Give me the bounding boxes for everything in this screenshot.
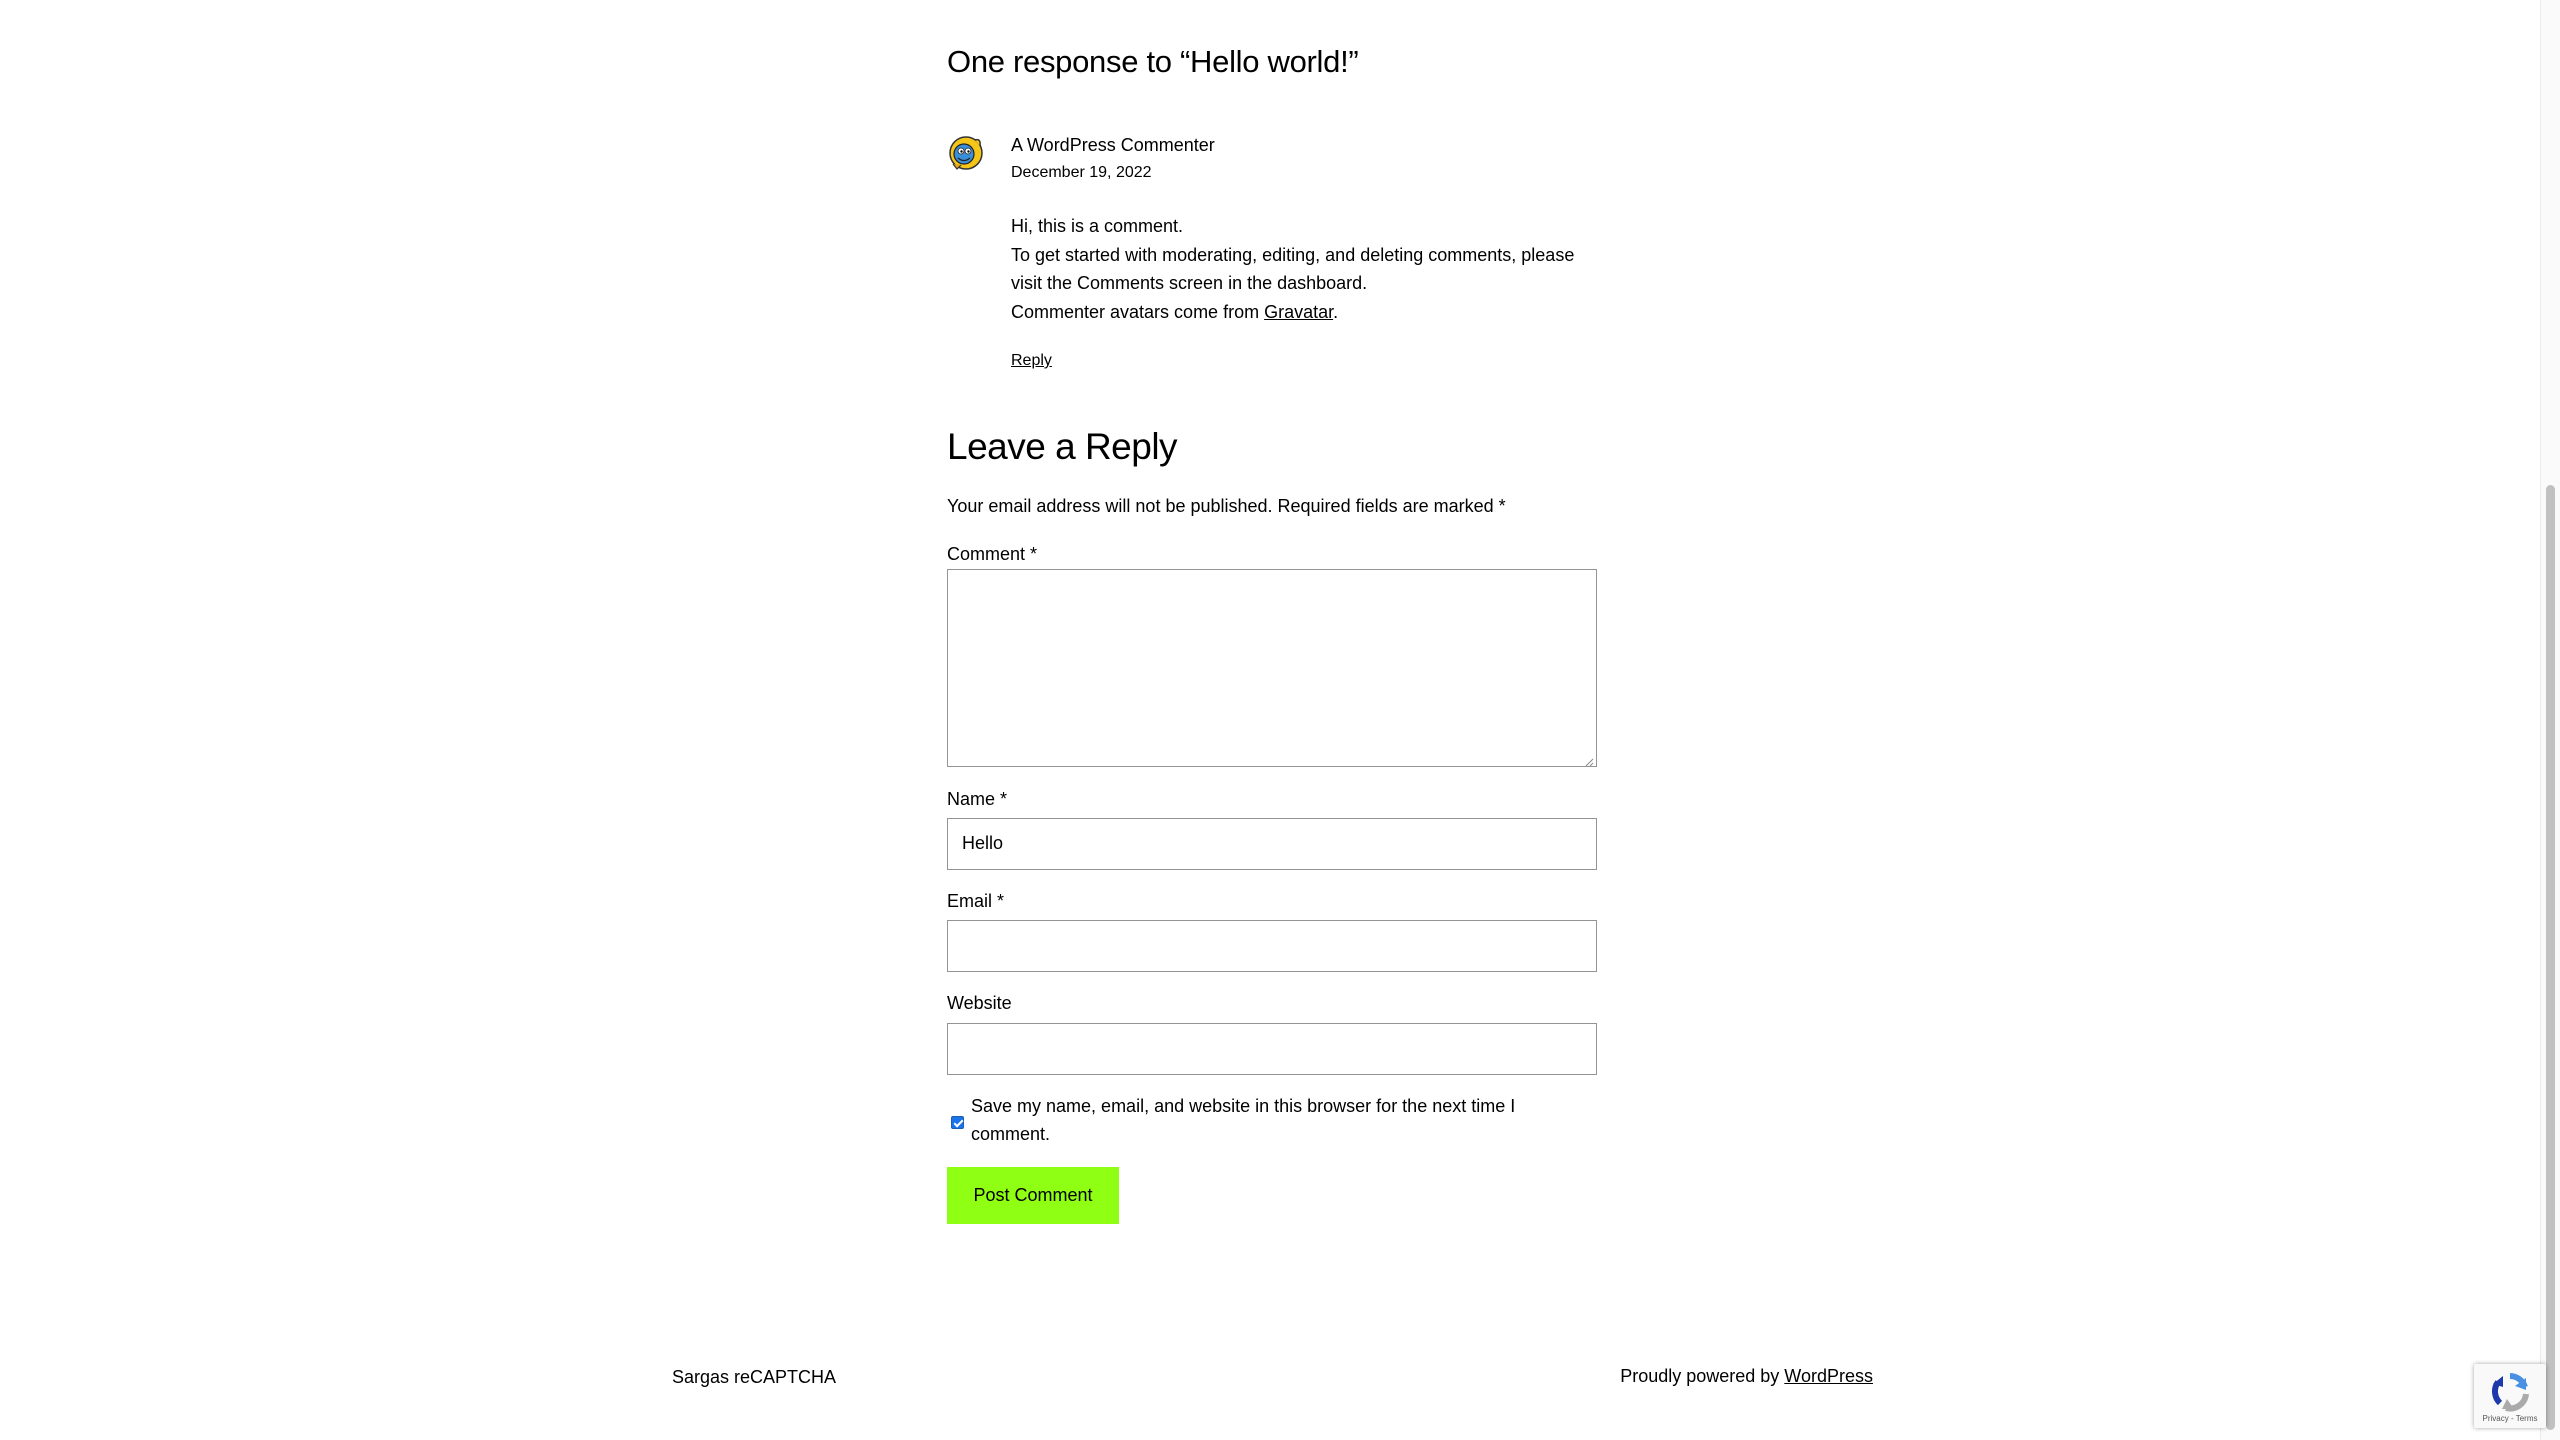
save-cookies-label[interactable]: Save my name, email, and website in this…	[971, 1092, 1551, 1148]
name-input[interactable]: Hello	[947, 818, 1597, 870]
comment-body: Hi, this is a comment. To get started wi…	[1011, 212, 1601, 326]
wordpress-link[interactable]: WordPress	[1784, 1366, 1873, 1386]
gravatar-link[interactable]: Gravatar	[1264, 302, 1333, 322]
comment-text-prefix: Commenter avatars come from	[1011, 301, 1265, 322]
page-scrollbar[interactable]	[2540, 0, 2560, 1440]
scrollbar-thumb[interactable]	[2546, 485, 2555, 1430]
footer-site-title[interactable]: Sargas reCAPTCHA	[672, 1367, 836, 1388]
comment-date[interactable]: December 19, 2022	[1011, 164, 1152, 182]
footer-credit-text: Proudly powered by	[1620, 1366, 1785, 1386]
comment-label: Comment *	[947, 544, 1038, 564]
comment-text-line: To get started with moderating, editing,…	[1011, 244, 1575, 294]
name-label: Name *	[947, 789, 1008, 809]
recaptcha-terms[interactable]: Privacy - Terms	[2474, 1414, 2546, 1423]
comment-text-suffix: .	[1333, 301, 1339, 322]
website-label: Website	[947, 993, 1012, 1013]
footer-credit: Proudly powered by WordPress	[1620, 1366, 1873, 1387]
wapuu-avatar-icon	[947, 134, 985, 172]
comment-text-line: Hi, this is a comment.	[1011, 216, 1184, 236]
recaptcha-logo-icon	[2490, 1372, 2530, 1412]
email-label: Email *	[947, 891, 1005, 911]
reply-title: Leave a Reply	[947, 426, 1178, 467]
resize-grip-icon[interactable]	[1584, 754, 1594, 767]
save-cookies-checkbox[interactable]	[951, 1116, 964, 1129]
reply-link[interactable]: Reply	[1011, 352, 1052, 370]
page: One response to “Hello world!” A WordPre…	[0, 0, 2560, 1440]
comment-author: A WordPress Commenter	[1011, 135, 1215, 155]
comment-textarea[interactable]	[947, 569, 1597, 767]
comments-title: One response to “Hello world!”	[947, 44, 1359, 79]
comment-text-line: Commenter avatars come from Gravatar.	[1011, 298, 1601, 327]
comment-notes: Your email address will not be published…	[947, 496, 1506, 516]
recaptcha-badge[interactable]: Privacy - Terms	[2474, 1364, 2546, 1428]
website-input[interactable]	[947, 1023, 1597, 1075]
email-input[interactable]	[947, 920, 1597, 972]
post-comment-button[interactable]: Post Comment	[947, 1167, 1119, 1224]
